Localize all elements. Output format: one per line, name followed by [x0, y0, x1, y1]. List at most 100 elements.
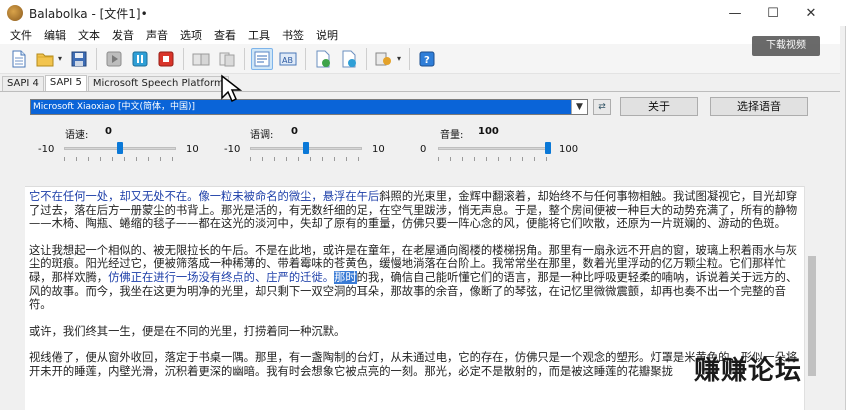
menu-file[interactable]: 文件 — [4, 27, 38, 43]
folder-icon — [36, 53, 54, 66]
pitch-value: 0 — [291, 126, 298, 137]
rate-max: 10 — [186, 144, 199, 155]
read-clipboard-button[interactable] — [190, 48, 212, 70]
tab-sapi5[interactable]: SAPI 5 — [44, 75, 87, 91]
mouse-cursor-icon — [221, 74, 243, 103]
scrollbar-thumb[interactable] — [808, 256, 816, 376]
menu-text[interactable]: 文本 — [72, 27, 106, 43]
stop-icon — [158, 51, 174, 66]
pitch-min: -10 — [224, 144, 241, 155]
chevron-down-icon[interactable]: ▼ — [571, 100, 587, 114]
toolbar: ▾ AB ▾ ? — [0, 44, 840, 74]
engine-tabs: SAPI 4 SAPI 5 Microsoft Speech Platform — [0, 75, 840, 92]
help-button[interactable]: ? — [416, 48, 438, 70]
slider-panel: 语速: 0 -10 10 语调: 0 -10 10 音量: 100 0 100 — [0, 120, 840, 172]
spoken-highlight: 仿佛正在进行一场没有终点的、庄严的迁徙。 — [108, 270, 335, 284]
voice-swap-button[interactable]: ⇄ — [593, 99, 611, 115]
menu-tools[interactable]: 工具 — [242, 27, 276, 43]
toolbar-separator — [305, 47, 307, 70]
toolbar-separator — [409, 47, 411, 70]
batch-dropdown-icon[interactable]: ▾ — [397, 54, 401, 63]
choose-voice-button[interactable]: 选择语音 — [710, 97, 808, 116]
paragraph: 这让我想起一个相似的、被无限拉长的午后。不是在此地，或许是在童年，在老屋通向阁楼… — [25, 244, 813, 312]
new-file-icon — [12, 50, 26, 67]
menu-edit[interactable]: 编辑 — [38, 27, 72, 43]
window-controls: — ☐ ✕ — [716, 0, 830, 26]
play-icon — [106, 51, 122, 66]
volume-slider-thumb[interactable] — [545, 142, 551, 154]
file-split-icon — [342, 50, 357, 67]
save-file-button[interactable] — [68, 48, 90, 70]
menu-audio[interactable]: 声音 — [140, 27, 174, 43]
open-file-button[interactable] — [34, 48, 56, 70]
menu-options[interactable]: 选项 — [174, 27, 208, 43]
watermark: 赚赚论坛 — [694, 356, 803, 386]
volume-min: 0 — [420, 144, 427, 155]
voice-row: Microsoft Xiaoxiao [中文(简体，中国)] ▼ ⇄ 关于 选择… — [0, 96, 840, 118]
pitch-slider-thumb[interactable] — [303, 142, 309, 154]
pitch-max: 10 — [372, 144, 385, 155]
rate-slider-thumb[interactable] — [117, 142, 123, 154]
spoken-highlight: 它不在任何一处，却又无处不在。像一粒未被命名的微尘，悬浮在午后 — [29, 190, 380, 203]
volume-slider-track[interactable] — [438, 147, 548, 150]
menu-bookmarks[interactable]: 书签 — [276, 27, 310, 43]
volume-ticks — [438, 157, 548, 161]
batch-button[interactable] — [373, 48, 395, 70]
swap-arrows-icon: ⇄ — [598, 102, 606, 112]
toolbar-separator — [183, 47, 185, 70]
play-button[interactable] — [103, 48, 125, 70]
menu-help[interactable]: 说明 — [310, 27, 344, 43]
title-bar: Balabolka - [文件1]• — ☐ ✕ — [0, 0, 846, 26]
batch-icon — [375, 52, 392, 65]
voice-select-value: Microsoft Xiaoxiao [中文(简体，中国)] — [33, 102, 195, 112]
menu-view[interactable]: 查看 — [208, 27, 242, 43]
voice-select[interactable]: Microsoft Xiaoxiao [中文(简体，中国)] ▼ — [30, 99, 588, 115]
stop-button[interactable] — [155, 48, 177, 70]
speak-selection-button[interactable] — [251, 47, 274, 70]
spell-check-button[interactable]: AB — [277, 48, 299, 70]
about-button[interactable]: 关于 — [620, 97, 698, 116]
svg-text:AB: AB — [282, 56, 293, 65]
help-icon: ? — [419, 51, 435, 66]
paragraph: 它不在任何一处，却又无处不在。像一粒未被命名的微尘，悬浮在午后斜照的光束里，金辉… — [25, 190, 813, 231]
app-window: Balabolka - [文件1]• — ☐ ✕ 文件 编辑 文本 发音 声音 … — [0, 0, 846, 410]
volume-max: 100 — [559, 144, 579, 155]
pause-button[interactable] — [129, 48, 151, 70]
read-file-button[interactable] — [216, 48, 238, 70]
new-file-button[interactable] — [8, 48, 30, 70]
app-icon — [7, 5, 23, 21]
menu-speech[interactable]: 发音 — [106, 27, 140, 43]
minimize-button[interactable]: — — [716, 0, 754, 26]
paragraph: 或许，我们终其一生，便是在不同的光里，打捞着同一种沉默。 — [29, 324, 346, 338]
pitch-ticks — [250, 157, 362, 161]
maximize-button[interactable]: ☐ — [754, 0, 792, 26]
vertical-scrollbar[interactable] — [804, 186, 818, 410]
rate-min: -10 — [38, 144, 55, 155]
menu-bar: 文件 编辑 文本 发音 声音 选项 查看 工具 书签 说明 — [0, 26, 840, 44]
rate-value: 0 — [105, 126, 112, 137]
rate-ticks — [64, 157, 176, 161]
volume-label: 音量: — [440, 130, 464, 141]
toolbar-separator — [244, 47, 246, 70]
rate-label: 语速: — [65, 130, 89, 141]
clipboard-icon — [192, 53, 210, 65]
tab-speech-platform[interactable]: Microsoft Speech Platform — [87, 76, 229, 91]
download-video-button[interactable]: 下载视频 — [752, 36, 820, 56]
toolbar-separator — [96, 47, 98, 70]
close-button[interactable]: ✕ — [792, 0, 830, 26]
book-ab-icon: AB — [279, 52, 297, 65]
window-title: Balabolka - [文件1]• — [29, 6, 148, 21]
save-icon — [71, 51, 87, 66]
text-select-icon — [254, 51, 270, 66]
volume-value: 100 — [478, 126, 499, 137]
pause-icon — [132, 51, 148, 66]
documents-icon — [219, 52, 235, 66]
open-file-dropdown-icon[interactable]: ▾ — [58, 54, 62, 63]
svg-text:?: ? — [424, 55, 430, 66]
convert-audio-button[interactable] — [312, 48, 334, 70]
file-audio-icon — [316, 50, 331, 67]
split-convert-button[interactable] — [338, 48, 360, 70]
current-word: 那时 — [334, 270, 357, 284]
tab-sapi4[interactable]: SAPI 4 — [2, 76, 44, 91]
pitch-label: 语调: — [250, 130, 274, 141]
